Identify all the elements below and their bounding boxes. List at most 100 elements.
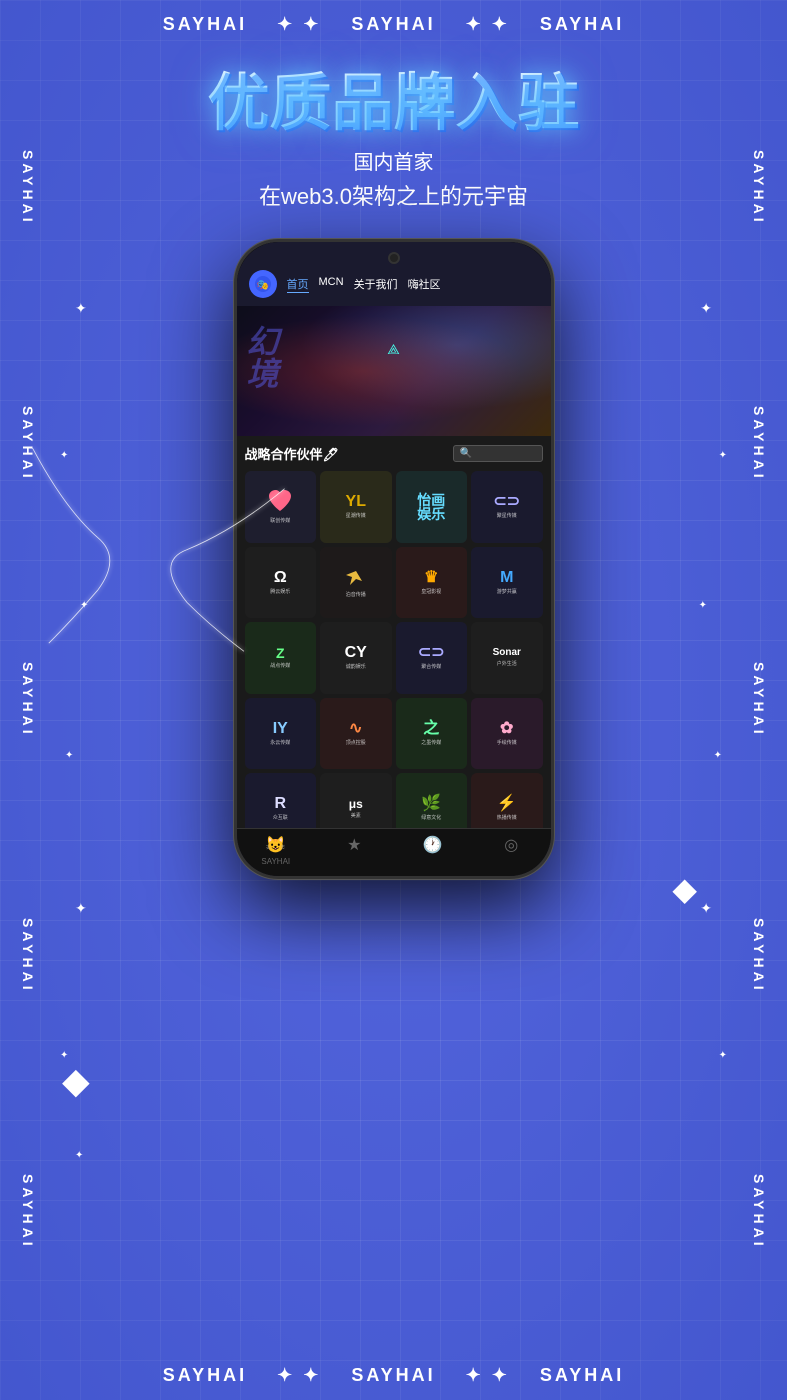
phone-banner: ⟁ 幻境 [237,306,551,436]
brand-name-9: 战点传媒 [270,662,290,669]
brand-card-4[interactable]: ⊂⊃ 聚星传媒 [471,471,543,543]
banner-bg-text: 幻境 [247,326,279,390]
brand-symbol-11: ⊂⊃ [418,645,445,661]
sayhai-left-5: SAYHAI [20,1174,36,1250]
nav-mcn[interactable]: MCN [319,276,344,293]
sayhai-top-2: SAYHAI [351,14,435,35]
sayhai-top-1: SAYHAI [163,14,247,35]
hero-subtitle1: 国内首家 [354,146,434,175]
search-icon: 🔍 [460,448,472,459]
sayhai-bottom-bar: SAYHAI ✦ ✦ SAYHAI ✦ ✦ SAYHAI [0,1365,787,1386]
phone-screen: 🎭 首页 MCN 关于我们 嗨社区 [237,242,551,876]
sayhai-left-4: SAYHAI [20,918,36,994]
brand-name-2: 星潮传媒 [346,512,366,519]
partners-title: 战略合作伙伴🖊 [245,444,340,463]
bottom-home-label: SAYHAI [261,857,290,866]
sayhai-top-3: SAYHAI [540,14,624,35]
sayhai-bottom-3: SAYHAI [540,1365,624,1386]
brand-card-2[interactable]: YL 星潮传媒 [320,471,392,543]
brand-name-10: 诚韵娱乐 [346,663,366,670]
brand-card-8[interactable]: M 游梦共赢 [471,547,543,619]
brand-card-10[interactable]: CY 诚韵娱乐 [320,622,392,694]
bottom-nav-circle[interactable]: ◎ [472,835,551,866]
brand-card-12[interactable]: Sonar 户外生活 [471,622,543,694]
app-logo: 🎭 [249,270,277,298]
sayhai-right-2: SAYHAI [751,406,767,482]
sayhai-bottom-sep1: ✦ ✦ [277,1365,321,1386]
phone-power-btn [551,362,554,422]
brand-name-11: 聚合传媒 [421,663,441,670]
sayhai-right-1: SAYHAI [751,150,767,226]
brand-card-6[interactable]: 泊音传播 [320,547,392,619]
phone-bottom-nav: 😺 SAYHAI ★ 🕐 ◎ [237,828,551,876]
brand-card-18[interactable]: μs 美素 [320,773,392,828]
bottom-circle-icon: ◎ [504,835,518,855]
sayhai-left-2: SAYHAI [20,406,36,482]
brand-symbol-18: μs [349,798,363,810]
bottom-clock-icon: 🕐 [423,835,443,855]
brand-card-5[interactable]: Ω 腾云娱乐 [245,547,317,619]
banner-art [237,306,551,436]
brand-symbol-20: ⚡ [497,796,517,812]
brand-name-7: 皇冠影视 [421,588,441,595]
brand-card-13[interactable]: IY 永云传媒 [245,698,317,770]
hero-title: 优质品牌入驻 [207,70,579,138]
sayhai-bottom-1: SAYHAI [163,1365,247,1386]
brand-card-7[interactable]: ♛ 皇冠影视 [396,547,468,619]
phone-nav-items: 首页 MCN 关于我们 嗨社区 [287,276,441,293]
main-content: 优质品牌入驻 国内首家 在web3.0架构之上的元宇宙 🎭 [55,50,732,879]
sayhai-top-sep1: ✦ ✦ [277,14,321,35]
brand-card-11[interactable]: ⊂⊃ 聚合传媒 [396,622,468,694]
partners-search-box[interactable]: 🔍 [453,445,543,462]
brand-card-17[interactable]: R 众互联 [245,773,317,828]
brand-card-14[interactable]: ∿ 顶点控股 [320,698,392,770]
brand-name-14: 顶点控股 [346,739,366,746]
brand-symbol-16: ✿ [500,721,513,737]
brand-card-9[interactable]: Z 战点传媒 [245,622,317,694]
phone-camera [388,252,400,264]
brand-name-6: 泊音传播 [346,591,366,598]
brand-card-15[interactable]: 之 之墨传媒 [396,698,468,770]
sayhai-right-5: SAYHAI [751,1174,767,1250]
phone-content: 🎭 首页 MCN 关于我们 嗨社区 [237,242,551,876]
bottom-nav-home[interactable]: 😺 SAYHAI [237,835,316,866]
nav-about[interactable]: 关于我们 [354,276,398,293]
sparkle-r6: ✦ [719,1050,727,1061]
sparkle-7: ✦ [75,1150,83,1161]
sayhai-right-bar: SAYHAI SAYHAI SAYHAI SAYHAI SAYHAI [739,0,779,1400]
bottom-home-icon: 😺 [266,835,286,855]
brand-card-20[interactable]: ⚡ 热播传媒 [471,773,543,828]
big-diamond-left: ◆ [62,1060,90,1102]
bottom-nav-star[interactable]: ★ [315,835,394,866]
brand-card-16[interactable]: ✿ 手绘传媒 [471,698,543,770]
brand-name-16: 手绘传媒 [497,739,517,746]
brand-symbol-8: M [500,570,513,586]
nav-community[interactable]: 嗨社区 [408,276,441,293]
sayhai-bottom-sep2: ✦ ✦ [466,1365,510,1386]
brand-name-12: 户外生活 [497,660,517,667]
sayhai-left-1: SAYHAI [20,150,36,226]
phone-frame: 🎭 首页 MCN 关于我们 嗨社区 [234,239,554,879]
nav-home[interactable]: 首页 [287,276,309,293]
brand-symbol-17: R [274,796,286,812]
partners-header: 战略合作伙伴🖊 🔍 [245,444,543,463]
brand-name-13: 永云传媒 [270,739,290,746]
sayhai-top-sep2: ✦ ✦ [466,14,510,35]
brand-card-3[interactable]: 怡画娱乐 [396,471,468,543]
bottom-nav-clock[interactable]: 🕐 [394,835,473,866]
brand-card-1[interactable]: 联创传媒 [245,471,317,543]
brand-name-18: 美素 [351,812,361,819]
hero-subtitle2: 在web3.0架构之上的元宇宙 [259,179,528,211]
brand-symbol-13: IY [273,721,288,737]
brand-card-19[interactable]: 🌿 绿意文化 [396,773,468,828]
brand-symbol-5: Ω [274,570,287,586]
sparkle-r5: ✦ [700,900,712,917]
brand-name-5: 腾云娱乐 [270,588,290,595]
bottom-star-icon: ★ [347,835,361,855]
banner-icon-1: ⟁ [387,341,400,358]
brand-symbol-9: Z [276,646,285,660]
sayhai-bottom-2: SAYHAI [351,1365,435,1386]
brand-name-17: 众互联 [273,814,288,821]
brand-name-4: 聚星传媒 [497,512,517,519]
svg-text:🎭: 🎭 [256,279,268,291]
